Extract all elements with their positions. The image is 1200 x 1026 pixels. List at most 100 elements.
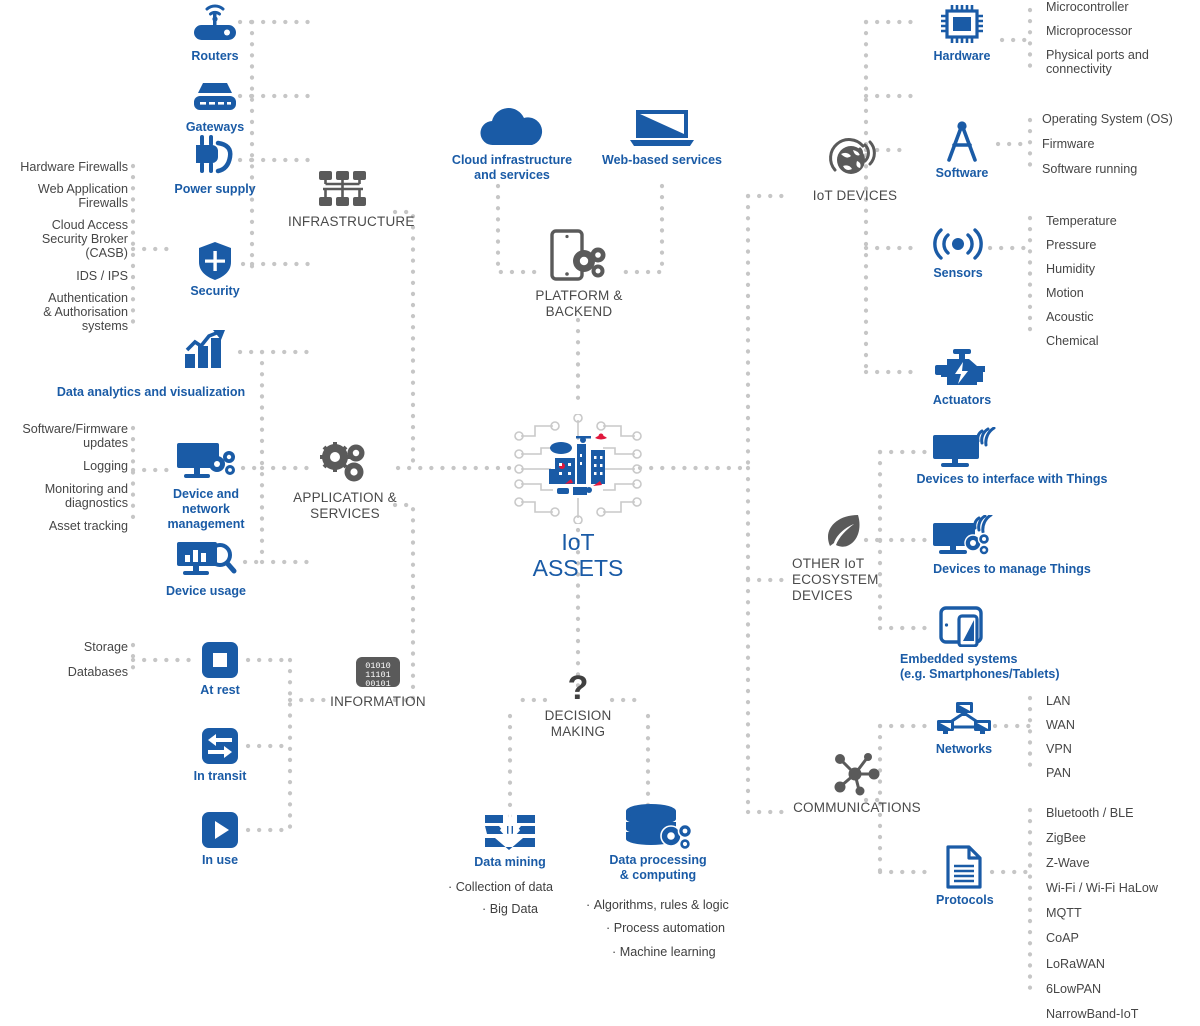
node-at-rest[interactable]: At rest — [192, 640, 248, 698]
node-label: Data analytics and visualization — [56, 385, 246, 399]
node-label: Software — [935, 166, 989, 180]
bullet-item: Big Data — [436, 902, 596, 916]
category-label: INFORMATION — [330, 694, 426, 709]
leaf-item: LoRaWAN — [1046, 956, 1106, 971]
node-software[interactable]: Software — [916, 120, 1008, 181]
compass-icon — [916, 120, 1008, 164]
node-data-processing[interactable]: Data processing & computing — [608, 802, 708, 883]
node-label: Security — [190, 284, 240, 298]
category-information[interactable]: 01010 11101 00101 INFORMATION — [326, 654, 430, 710]
category-label: COMMUNICATIONS — [793, 800, 921, 815]
node-label: Actuators — [932, 393, 992, 407]
monitor-wifi-gears-icon — [930, 514, 1002, 560]
node-label: Data mining — [474, 855, 546, 869]
node-label: Devices to interface with Things — [916, 472, 1108, 486]
leaf-item: Firmware — [1042, 137, 1095, 152]
leaf-item: Databases — [67, 665, 128, 680]
leaf-icon — [786, 512, 898, 552]
node-networks[interactable]: Networks — [932, 700, 996, 757]
bullet-item: Collection of data — [436, 880, 596, 894]
node-device-network-management[interactable]: Device and network management — [166, 440, 246, 531]
node-security[interactable]: Security — [184, 240, 246, 299]
node-in-transit[interactable]: In transit — [192, 726, 248, 784]
leaf-item: Hardware Firewalls — [20, 160, 128, 174]
node-label: Web-based services — [602, 153, 722, 167]
category-infrastructure[interactable]: INFRASTRUCTURE — [288, 168, 414, 230]
node-cloud-infrastructure[interactable]: Cloud infrastructure and services — [444, 106, 580, 183]
node-sensors[interactable]: Sensors — [916, 224, 1000, 281]
leaf-item: Wi-Fi / Wi-Fi HaLow — [1046, 881, 1158, 896]
bullet-item: Process automation — [580, 921, 770, 935]
node-hardware[interactable]: Hardware — [916, 2, 1008, 64]
tablet-phone-icon — [932, 604, 996, 648]
node-device-usage[interactable]: Device usage — [166, 538, 246, 599]
leaf-item: VPN — [1046, 742, 1072, 757]
globe-signal-icon — [790, 136, 920, 184]
category-label: APPLICATION & SERVICES — [293, 490, 397, 522]
question-mark-icon: ? — [526, 672, 630, 706]
node-protocols[interactable]: Protocols — [936, 844, 994, 908]
network-hub-icon — [782, 752, 932, 796]
leaf-item: MQTT — [1046, 906, 1082, 921]
category-platform-backend[interactable]: PLATFORM & BACKEND — [524, 228, 634, 320]
node-label: Networks — [935, 742, 993, 756]
node-data-mining[interactable]: Data mining — [470, 808, 550, 870]
networks-leaf-list: LAN WAN VPN PAN — [1046, 694, 1196, 780]
laptop-icon — [600, 106, 724, 150]
node-in-use[interactable]: In use — [192, 810, 248, 868]
category-other-iot-ecosystem-devices[interactable]: OTHER IoT ECOSYSTEM DEVICES — [786, 512, 898, 605]
tablet-gears-icon — [524, 228, 634, 284]
leaf-item: Web Application Firewalls — [37, 182, 128, 211]
category-application-services[interactable]: APPLICATION & SERVICES — [290, 440, 400, 522]
bullet-item: Machine learning — [580, 945, 770, 959]
leaf-item: Physical ports and connectivity — [1046, 48, 1149, 77]
center-iot-assets — [513, 414, 643, 524]
node-devices-interface-things[interactable] — [930, 426, 1002, 470]
node-embedded-systems[interactable] — [932, 604, 996, 648]
node-label: Data processing & computing — [609, 853, 707, 882]
device-management-leaf-list: Software/Firmware updates Logging Monito… — [0, 422, 128, 534]
iot-assets-diagram: IoT ASSETS Routers Gateways Power supply… — [0, 0, 1200, 1026]
sensor-waves-icon — [916, 224, 1000, 264]
sensors-leaf-list: Temperature Pressure Humidity Motion Aco… — [1046, 214, 1200, 349]
node-devices-manage-things[interactable] — [930, 514, 1002, 560]
leaf-item: Temperature — [1046, 214, 1117, 228]
category-iot-devices[interactable]: IoT DEVICES — [790, 136, 920, 204]
category-label: IoT DEVICES — [812, 188, 898, 203]
node-label: At rest — [200, 683, 240, 697]
at-rest-leaf-list: Storage Databases — [0, 640, 128, 679]
document-lines-icon — [936, 844, 992, 890]
leaf-item: Chemical — [1046, 334, 1099, 349]
monitor-wifi-icon — [930, 426, 1002, 470]
database-gears-icon — [608, 802, 708, 850]
router-icon — [178, 0, 252, 46]
category-communications[interactable]: COMMUNICATIONS — [782, 752, 932, 816]
leaf-item: Monitoring and diagnostics — [44, 482, 128, 511]
leaf-item: Authentication & Authorisation systems — [43, 290, 128, 333]
data-processing-bullets: Algorithms, rules & logic Process automa… — [580, 898, 770, 959]
leaf-item: LAN — [1046, 694, 1071, 708]
monitor-gears-icon — [166, 440, 246, 484]
node-actuators[interactable]: Actuators — [920, 348, 1004, 408]
leaf-item: Storage — [83, 640, 128, 654]
leaf-item: Bluetooth / BLE — [1046, 806, 1134, 820]
svg-text:00101: 00101 — [365, 679, 391, 689]
network-rack-icon — [288, 168, 398, 210]
node-data-analytics[interactable] — [170, 328, 242, 370]
leaf-item: IDS / IPS — [76, 268, 128, 283]
monitor-chart-search-icon — [166, 538, 246, 582]
bullet-item: Algorithms, rules & logic — [580, 898, 770, 912]
leaf-item: 6LowPAN — [1046, 981, 1102, 996]
node-label: Cloud infrastructure and services — [451, 153, 573, 182]
leaf-item: Microcontroller — [1046, 0, 1129, 14]
node-gateways[interactable]: Gateways — [178, 76, 252, 135]
play-icon — [192, 810, 248, 850]
category-decision-making[interactable]: ? DECISION MAKING — [526, 672, 630, 740]
node-label: Sensors — [933, 266, 983, 280]
node-power-supply[interactable]: Power supply — [170, 132, 260, 197]
node-web-based-services[interactable]: Web-based services — [600, 106, 724, 168]
node-routers[interactable]: Routers — [178, 0, 252, 64]
node-label: Device usage — [166, 584, 246, 598]
leaf-item: PAN — [1046, 766, 1071, 781]
node-label: Protocols — [936, 893, 994, 907]
